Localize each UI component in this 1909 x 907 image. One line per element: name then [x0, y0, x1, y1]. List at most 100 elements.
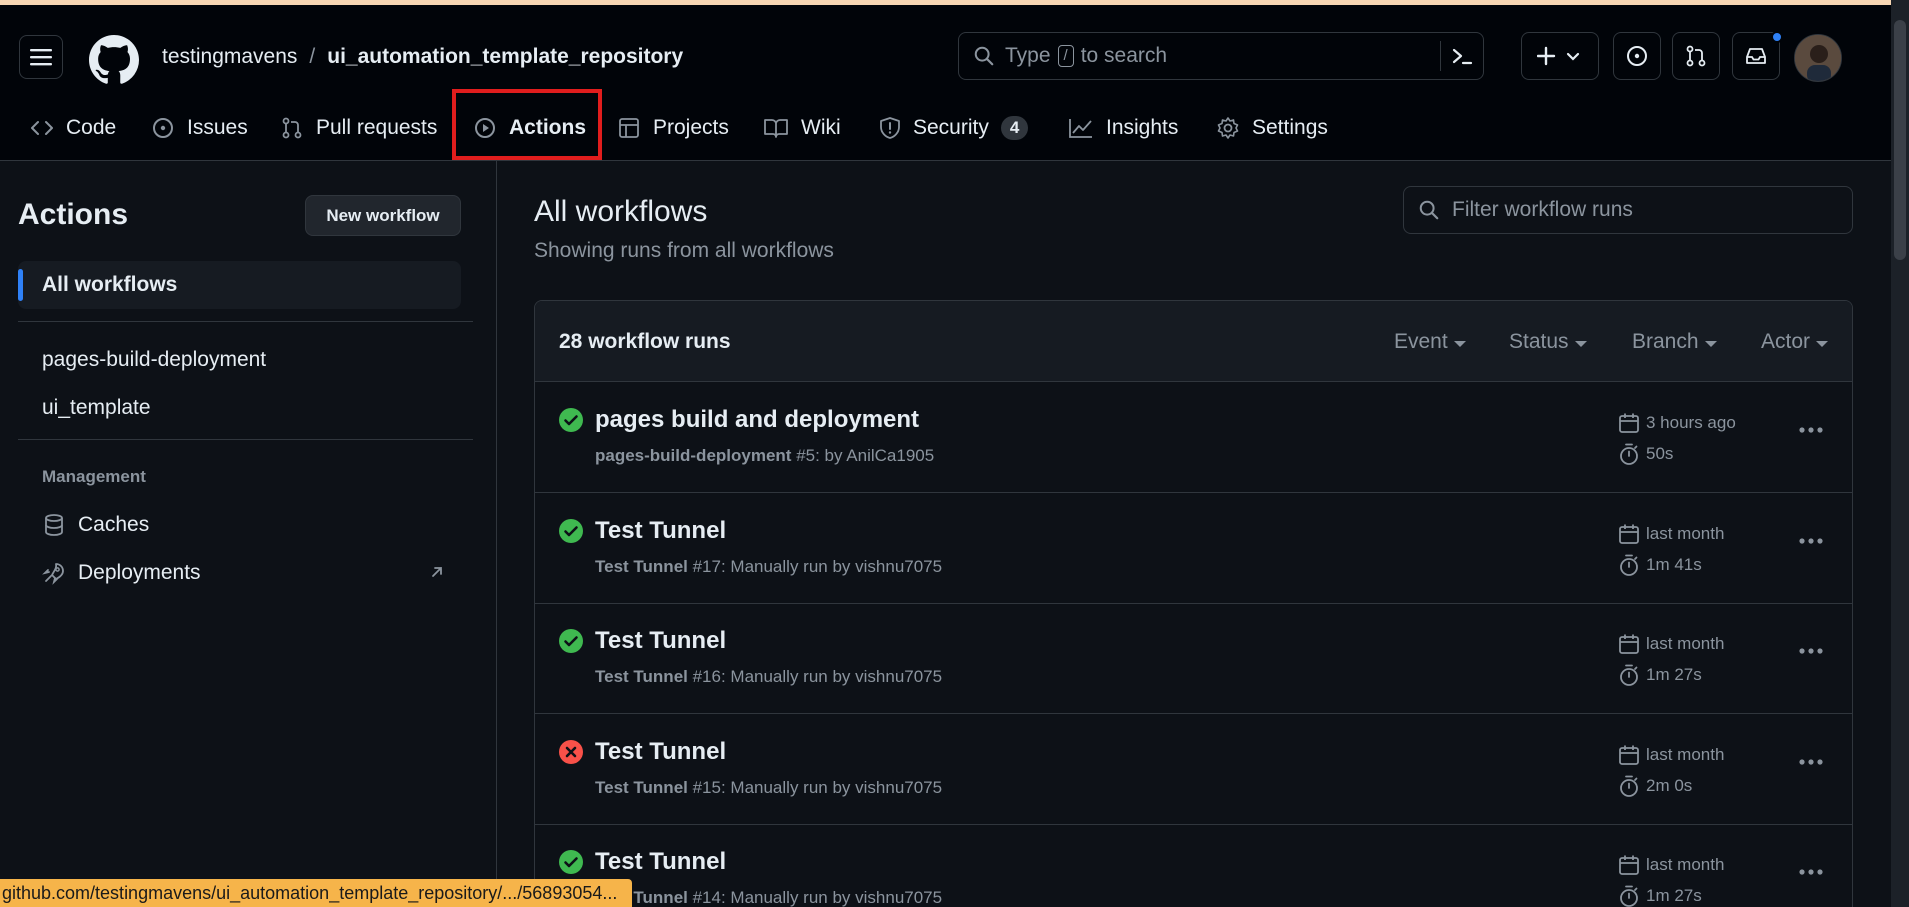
run-workflow-name: Test Tunnel: [595, 778, 688, 797]
pull-requests-button[interactable]: [1672, 32, 1720, 80]
run-date: last month: [1618, 854, 1724, 876]
security-count-badge: 4: [1000, 116, 1029, 140]
tab-code[interactable]: Code: [30, 105, 116, 151]
event-filter[interactable]: Event: [1394, 330, 1466, 354]
stopwatch-icon: [1620, 885, 1638, 907]
tab-projects-label: Projects: [653, 116, 729, 139]
runs-count: 28 workflow runs: [559, 330, 731, 353]
search-icon: [1419, 200, 1439, 220]
run-date-text: 3 hours ago: [1646, 413, 1736, 432]
tab-security[interactable]: Security 4: [879, 105, 1029, 151]
sidebar-item-caches[interactable]: Caches: [42, 513, 149, 537]
tab-settings[interactable]: Settings: [1216, 105, 1328, 151]
shield-icon: [880, 117, 900, 139]
table-icon: [619, 118, 639, 138]
run-title[interactable]: Test Tunnel: [595, 738, 726, 766]
branch-filter[interactable]: Branch: [1632, 330, 1717, 354]
sidebar-item-pages-build-deployment[interactable]: pages-build-deployment: [42, 348, 266, 372]
stopwatch-icon: [1620, 775, 1638, 797]
tab-wiki[interactable]: Wiki: [763, 105, 841, 151]
run-date: last month: [1618, 633, 1724, 655]
run-title[interactable]: Test Tunnel: [595, 627, 726, 655]
kebab-horizontal-icon: [1799, 427, 1823, 433]
sidebar-item-ui-template[interactable]: ui_template: [42, 396, 151, 420]
workflow-label: ui_template: [42, 396, 151, 419]
menu-button[interactable]: [19, 35, 63, 79]
new-workflow-button[interactable]: New workflow: [305, 195, 461, 236]
kebab-horizontal-icon: [1799, 759, 1823, 765]
graph-icon: [1069, 119, 1092, 138]
scrollbar-thumb[interactable]: [1894, 20, 1906, 260]
run-subtitle: Test Tunnel #15: Manually run by vishnu7…: [595, 778, 942, 798]
success-status-icon: [559, 629, 583, 653]
run-title[interactable]: Test Tunnel: [595, 517, 726, 545]
chevron-down-icon: [1453, 340, 1466, 347]
run-duration-text: 1m 27s: [1646, 665, 1702, 684]
table-row[interactable]: Test Tunnel Test Tunnel #16: Manually ru…: [535, 603, 1852, 714]
avatar[interactable]: [1794, 34, 1842, 82]
run-options-button[interactable]: [1798, 426, 1824, 434]
sidebar-item-all-workflows[interactable]: All workflows: [18, 261, 461, 309]
run-duration: 1m 41s: [1618, 553, 1702, 577]
sidebar-item-deployments[interactable]: Deployments: [42, 561, 452, 585]
tab-issues[interactable]: Issues: [151, 105, 248, 151]
tab-projects[interactable]: Projects: [617, 105, 729, 151]
table-row[interactable]: Test Tunnel Test Tunnel #15: Manually ru…: [535, 714, 1852, 825]
tab-pull-requests[interactable]: Pull requests: [280, 105, 437, 151]
table-row[interactable]: Test Tunnel Test Tunnel #14: Manually ru…: [535, 824, 1852, 907]
filter-workflow-runs-input[interactable]: Filter workflow runs: [1403, 186, 1853, 234]
management-heading: Management: [42, 467, 146, 486]
book-icon: [764, 119, 788, 138]
run-options-button[interactable]: [1798, 647, 1824, 655]
create-new-button[interactable]: [1521, 32, 1599, 80]
run-workflow-name: Test Tunnel: [595, 667, 688, 686]
gear-icon: [1217, 117, 1239, 139]
page-subtitle: Showing runs from all workflows: [534, 239, 834, 262]
issues-button[interactable]: [1613, 32, 1661, 80]
tab-code-label: Code: [66, 116, 117, 139]
run-title[interactable]: pages build and deployment: [595, 406, 919, 434]
global-search-input[interactable]: Type / to search: [958, 32, 1484, 80]
table-row[interactable]: pages build and deployment pages-build-d…: [535, 382, 1852, 493]
repo-link[interactable]: ui_automation_template_repository: [327, 45, 683, 69]
notification-indicator: [1771, 31, 1783, 43]
breadcrumb: testingmavens / ui_automation_template_r…: [162, 45, 683, 69]
run-options-button[interactable]: [1798, 868, 1824, 876]
run-title[interactable]: Test Tunnel: [595, 848, 726, 876]
run-options-button[interactable]: [1798, 537, 1824, 545]
actor-filter[interactable]: Actor: [1761, 330, 1829, 354]
search-suffix: to search: [1080, 44, 1168, 67]
run-description: #17: Manually run by vishnu7075: [687, 557, 943, 576]
run-description: #15: Manually run by vishnu7075: [687, 778, 943, 797]
run-duration: 2m 0s: [1618, 774, 1692, 798]
sidebar-divider: [18, 321, 473, 322]
tab-wiki-label: Wiki: [801, 116, 841, 139]
global-header: testingmavens / ui_automation_template_r…: [0, 5, 1909, 161]
run-duration: 1m 27s: [1618, 663, 1702, 687]
page-scrollbar[interactable]: [1891, 0, 1909, 907]
actor-filter-label: Actor: [1761, 330, 1811, 353]
branch-filter-label: Branch: [1632, 330, 1699, 353]
hamburger-icon: [30, 49, 52, 66]
run-date-text: last month: [1646, 634, 1725, 653]
run-options-button[interactable]: [1798, 758, 1824, 766]
run-duration: 50s: [1618, 442, 1673, 466]
command-palette-button[interactable]: [1440, 41, 1473, 71]
highlight-box: [452, 89, 602, 160]
plus-icon: [1537, 46, 1580, 66]
status-filter[interactable]: Status: [1509, 330, 1587, 354]
owner-link[interactable]: testingmavens: [162, 45, 297, 69]
chevron-down-icon: [1816, 340, 1829, 347]
github-logo-icon[interactable]: [89, 35, 139, 85]
code-icon: [31, 121, 53, 135]
kebab-horizontal-icon: [1799, 538, 1823, 544]
tab-insights[interactable]: Insights: [1068, 105, 1178, 151]
run-date-text: last month: [1646, 745, 1725, 764]
calendar-icon: [1619, 745, 1639, 765]
database-icon: [45, 514, 63, 536]
tab-issues-label: Issues: [187, 116, 248, 139]
search-shortcut-key: /: [1057, 45, 1074, 67]
run-duration-text: 2m 0s: [1646, 776, 1693, 795]
terminal-icon: [1452, 48, 1473, 65]
table-row[interactable]: Test Tunnel Test Tunnel #17: Manually ru…: [535, 493, 1852, 604]
